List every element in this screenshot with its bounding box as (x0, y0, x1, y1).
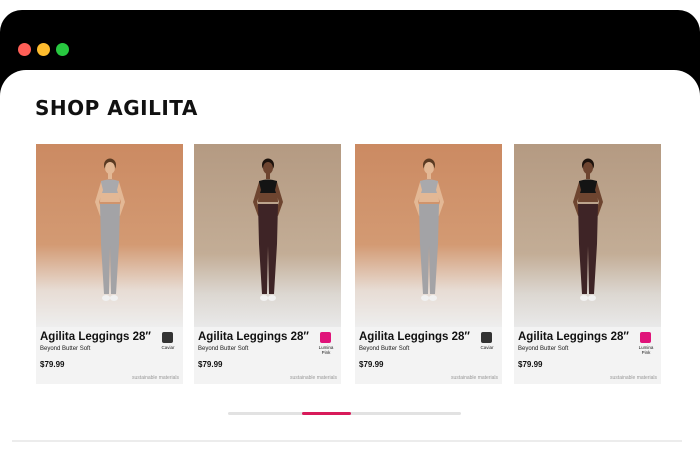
close-window-button[interactable] (18, 43, 31, 56)
product-subtitle: Beyond Butter Soft (40, 346, 91, 352)
carousel-scroll-thumb[interactable] (301, 412, 351, 415)
product-card[interactable]: Agilita Leggings 28″ Beyond Butter Soft … (355, 144, 502, 384)
model-figure (413, 158, 444, 301)
product-photo[interactable] (194, 144, 341, 327)
product-card[interactable]: Agilita Leggings 28″ Beyond Butter Soft … (36, 144, 183, 384)
product-subtitle: Beyond Butter Soft (198, 346, 249, 352)
product-photo[interactable] (355, 144, 502, 327)
sustainable-tag: sustainable materials (451, 375, 498, 381)
page-content: SHOP AGILITA Agilita Leggings 28″ Beyond… (0, 70, 700, 450)
product-photo[interactable] (514, 144, 661, 327)
product-price: $79.99 (518, 360, 543, 369)
zoom-window-button[interactable] (56, 43, 69, 56)
model-figure (572, 158, 603, 301)
sustainable-tag: sustainable materials (290, 375, 337, 381)
color-swatch-label: Lumina Pink (638, 345, 654, 355)
carousel-scrollbar[interactable] (228, 412, 461, 415)
sustainable-tag: sustainable materials (132, 375, 179, 381)
product-card[interactable]: Agilita Leggings 28″ Beyond Butter Soft … (194, 144, 341, 384)
product-price: $79.99 (40, 360, 65, 369)
product-photo[interactable] (36, 144, 183, 327)
section-divider (12, 440, 682, 442)
color-swatch[interactable] (320, 332, 331, 343)
product-name[interactable]: Agilita Leggings 28″ (198, 331, 309, 343)
product-price: $79.99 (198, 360, 223, 369)
color-swatch[interactable] (481, 332, 492, 343)
color-swatch-label: Caviar (161, 345, 175, 350)
color-swatch-label: Caviar (480, 345, 494, 350)
product-price: $79.99 (359, 360, 384, 369)
product-name[interactable]: Agilita Leggings 28″ (359, 331, 470, 343)
minimize-window-button[interactable] (37, 43, 50, 56)
color-swatch[interactable] (162, 332, 173, 343)
product-card[interactable]: Agilita Leggings 28″ Beyond Butter Soft … (514, 144, 661, 384)
sustainable-tag: sustainable materials (610, 375, 657, 381)
color-swatch[interactable] (640, 332, 651, 343)
model-figure (94, 158, 125, 301)
window-controls (18, 43, 69, 56)
model-figure (252, 158, 283, 301)
product-name[interactable]: Agilita Leggings 28″ (518, 331, 629, 343)
page-title: SHOP AGILITA (35, 96, 198, 120)
color-swatch-label: Lumina Pink (318, 345, 334, 355)
product-subtitle: Beyond Butter Soft (518, 346, 569, 352)
product-subtitle: Beyond Butter Soft (359, 346, 410, 352)
product-name[interactable]: Agilita Leggings 28″ (40, 331, 151, 343)
